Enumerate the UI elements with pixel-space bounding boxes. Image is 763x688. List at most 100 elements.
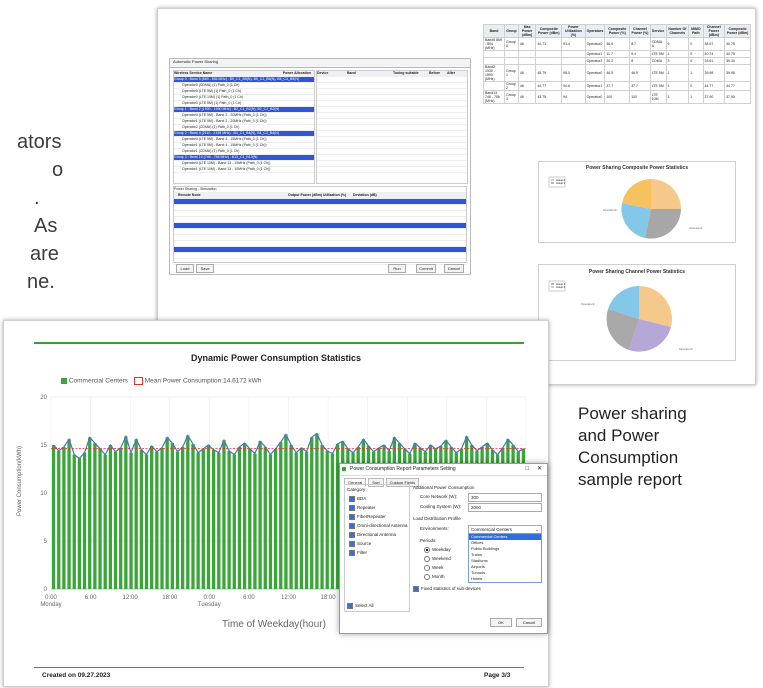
chart-bar <box>289 445 293 589</box>
category-checkbox[interactable]: Directional Antenna <box>345 530 409 539</box>
tree-item-row[interactable]: Operator1 (LTE 10M) - Band 13 - 10MHz (P… <box>174 167 314 173</box>
legend-text: Group 3 <box>556 286 566 289</box>
y-ticks: 0 5 10 15 20 <box>40 395 47 593</box>
x-tick-label: 12:00 <box>123 595 139 601</box>
checkbox[interactable] <box>349 504 355 511</box>
chart-bar <box>268 454 273 589</box>
commit-button[interactable]: Commit <box>416 264 436 273</box>
table-header-cell: Number Of Channels <box>665 24 690 38</box>
category-checkbox[interactable]: Repeater <box>345 503 409 512</box>
table-cell: 1 <box>688 90 704 104</box>
table-cell: 1 <box>688 64 704 82</box>
chart-bar <box>304 451 309 589</box>
chart-bar <box>108 445 113 589</box>
caption: Power sharing and Power Consumption samp… <box>578 403 687 491</box>
run-button[interactable]: Run <box>388 264 406 273</box>
x-tick-label: Monday <box>40 602 61 608</box>
environments-dropdown[interactable]: Commercial Centers Offices Public Building… <box>468 533 542 583</box>
ok-button[interactable]: OK <box>490 618 512 627</box>
load-button[interactable]: Load <box>176 264 194 273</box>
checkbox[interactable] <box>349 522 355 529</box>
y-tick-label: 15 <box>40 443 47 449</box>
table-cell: 9.4 <box>629 50 651 58</box>
table-cell: 40.75 <box>724 50 751 58</box>
chart-bar <box>113 451 118 589</box>
bottom-rule <box>34 667 524 668</box>
table-header-cell: Operators <box>584 24 606 38</box>
chevron-down-icon[interactable]: ⌄ <box>535 526 539 533</box>
environments-selected: Commercial Centers <box>471 527 513 532</box>
period-radio[interactable]: Weekday <box>424 545 451 554</box>
radio-button[interactable] <box>424 555 430 562</box>
chart-bar <box>201 448 205 589</box>
checkbox[interactable] <box>413 585 419 592</box>
category-checkbox[interactable]: BDA <box>345 494 409 503</box>
checkbox[interactable] <box>349 549 355 556</box>
table-cell: 46 <box>517 90 537 104</box>
chart-bar <box>263 446 267 589</box>
group-tree[interactable]: Wireless Service Name Power Allocation G… <box>173 70 315 184</box>
chart-bar <box>232 454 236 589</box>
save-button[interactable]: Save <box>196 264 214 273</box>
checkbox[interactable] <box>349 513 355 520</box>
table-cell: LTE 5M <box>649 64 667 82</box>
x-tick-label: Tuesday <box>198 602 221 608</box>
table-cell <box>517 57 537 65</box>
table-cell: CDMA <box>649 57 667 65</box>
chart-bar <box>119 447 123 589</box>
close-icon[interactable]: ✕ <box>537 464 542 475</box>
cancel-button[interactable]: Cancel <box>444 264 464 273</box>
category-checkbox[interactable]: Source <box>345 539 409 548</box>
period-radio[interactable]: Week <box>424 563 451 572</box>
checkbox[interactable] <box>347 602 353 609</box>
radio-button[interactable] <box>424 564 430 571</box>
table-header-cell: Service <box>649 24 667 38</box>
simulation-rows <box>174 199 466 265</box>
composite-pie-panel: Power Sharing Composite Power Statistics… <box>538 161 736 243</box>
core-network-input[interactable]: 300 <box>468 493 542 502</box>
table-cell: Operator1 <box>584 50 606 58</box>
channel-pie-panel: Power Sharing Channel Power Statistics G… <box>538 264 736 361</box>
category-label: BDA <box>357 496 367 501</box>
table-cell <box>483 81 505 91</box>
period-radio[interactable]: Month <box>424 572 451 581</box>
checkbox[interactable] <box>349 531 355 538</box>
radio-button[interactable] <box>424 573 430 580</box>
table-cell <box>483 57 505 65</box>
fixed-stats-checkbox[interactable]: Fixed statistics of sub-devices <box>413 584 481 593</box>
y-tick-label: 20 <box>40 395 47 401</box>
cooling-input[interactable]: 2000 <box>468 503 542 512</box>
table-cell: 20.2 <box>604 57 631 65</box>
table-cell: 8 <box>629 57 651 65</box>
slice-label: Operator1 <box>689 226 703 230</box>
select-all-checkbox[interactable]: Select All <box>347 601 374 610</box>
sim-col-dev: Deviation (dB) <box>353 193 377 197</box>
device-list[interactable]: Device Band Tuning suitable Before After <box>316 70 468 184</box>
checkbox[interactable] <box>349 540 355 547</box>
device-row[interactable] <box>317 167 467 173</box>
environment-option[interactable]: Hotels <box>469 576 541 582</box>
table-cell <box>503 50 519 58</box>
table-cell: Band13 746 - 756 (MHz) <box>483 90 505 104</box>
table-cell: 1 <box>665 81 690 91</box>
chart-bar <box>57 450 61 589</box>
maximize-icon[interactable]: □ <box>525 464 529 475</box>
period-radio[interactable]: Weekend <box>424 554 451 563</box>
dialog-cancel-button[interactable]: Cancel <box>516 618 542 627</box>
radio-button[interactable] <box>424 546 430 553</box>
category-checkbox[interactable]: Filter <box>345 548 409 557</box>
table-cell: 40.74 <box>702 50 726 58</box>
table-cell: 100 <box>604 90 631 104</box>
chart-bar <box>248 448 252 589</box>
periods-label: Periods: <box>420 538 437 543</box>
table-cell: 100 <box>629 90 651 104</box>
checkbox[interactable] <box>349 495 355 502</box>
caption-line: Power sharing <box>578 404 687 423</box>
table-header-cell: Channel Power (%) <box>629 24 651 38</box>
report-table-area: Band Group Max Power (dBm) Composite Power … <box>483 24 751 166</box>
category-checkbox[interactable]: FiberRepeater <box>345 512 409 521</box>
power-sharing-window: Automatic Power Sharing Wireless Service… <box>169 58 471 275</box>
table-header-cell: Composite Power (%) <box>604 24 631 38</box>
side-text-line: . As <box>34 187 58 237</box>
category-checkbox[interactable]: Omni-directional Antenna <box>345 521 409 530</box>
